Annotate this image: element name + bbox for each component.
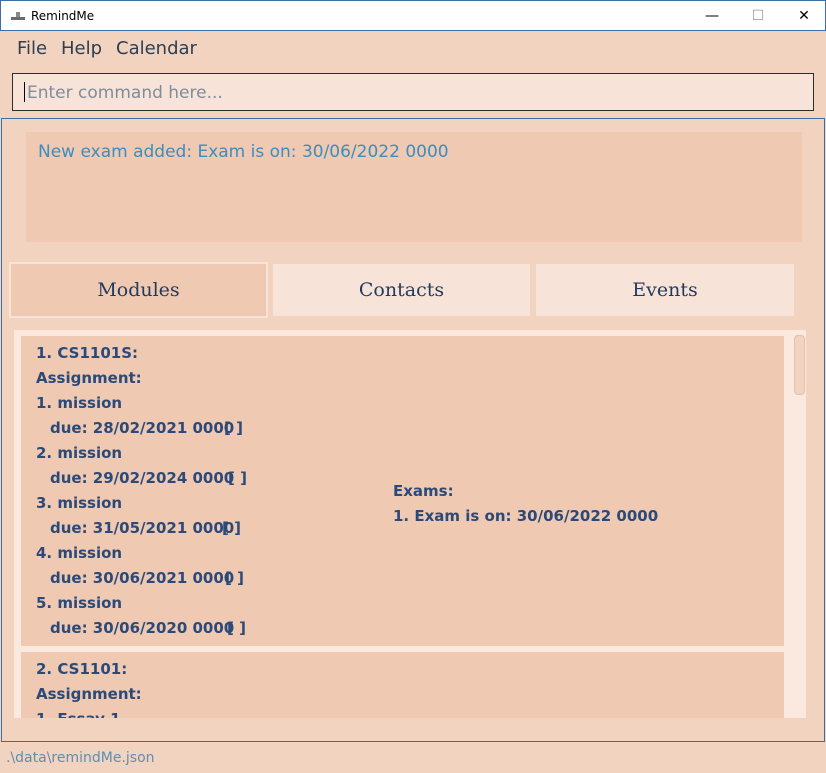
module-list[interactable]: 1. CS1101S: Assignment: 1. mission due: … [14, 330, 806, 718]
minimize-button[interactable]: — [689, 1, 735, 31]
save-location: .\data\remindMe.json [6, 750, 155, 766]
window-title: RemindMe [31, 9, 95, 23]
tab-events[interactable]: Events [534, 262, 796, 318]
assignment-name: 2. mission [36, 444, 123, 462]
command-input[interactable] [25, 78, 799, 108]
assignment-status: [ ] [224, 419, 243, 437]
close-button[interactable]: ✕ [781, 1, 826, 31]
assignment-name: 1. Essay 1 [36, 710, 121, 718]
scroll-thumb[interactable] [794, 335, 805, 395]
assignment-due: due: 28/02/2021 0000 [50, 419, 235, 437]
assignment-due: due: 30/06/2020 0000 [50, 619, 235, 637]
assignment-status: [ ] [225, 569, 244, 587]
app-icon [11, 12, 25, 20]
menu-file[interactable]: File [17, 38, 47, 59]
menu-bar: File Help Calendar [0, 31, 826, 67]
assignment-header: Assignment: [36, 685, 142, 703]
assignment-status: [ ] [228, 469, 247, 487]
module-card[interactable]: 1. CS1101S: Assignment: 1. mission due: … [21, 336, 784, 646]
assignment-due: due: 30/06/2021 0000 [50, 569, 235, 587]
assignment-name: 5. mission [36, 594, 123, 612]
menu-calendar[interactable]: Calendar [116, 38, 197, 59]
assignment-status: [ ] [222, 519, 241, 537]
assignment-name: 3. mission [36, 494, 123, 512]
main-panel: New exam added: Exam is on: 30/06/2022 0… [1, 118, 825, 742]
module-title: 1. CS1101S: [36, 344, 138, 362]
assignment-due: due: 31/05/2021 0000 [50, 519, 235, 537]
assignment-due: due: 29/02/2024 0000 [50, 469, 235, 487]
exam-header: Exams: [393, 482, 454, 500]
assignment-header: Assignment: [36, 369, 142, 387]
title-bar: RemindMe — ☐ ✕ [0, 0, 826, 31]
maximize-button[interactable]: ☐ [735, 1, 781, 31]
assignment-name: 1. mission [36, 394, 123, 412]
module-card[interactable]: 2. CS1101: Assignment: 1. Essay 1 [21, 652, 784, 718]
tab-contacts[interactable]: Contacts [271, 262, 532, 318]
assignment-status: [ ] [227, 619, 246, 637]
module-title: 2. CS1101: [36, 660, 128, 678]
list-scrollbar[interactable] [792, 333, 806, 718]
exam-item: 1. Exam is on: 30/06/2022 0000 [393, 507, 659, 525]
menu-help[interactable]: Help [61, 38, 102, 59]
assignment-name: 4. mission [36, 544, 123, 562]
tab-modules[interactable]: Modules [9, 262, 268, 318]
command-box [12, 73, 814, 111]
result-display: New exam added: Exam is on: 30/06/2022 0… [26, 132, 802, 242]
status-bar: .\data\remindMe.json [0, 746, 826, 773]
result-message: New exam added: Exam is on: 30/06/2022 0… [38, 142, 449, 162]
